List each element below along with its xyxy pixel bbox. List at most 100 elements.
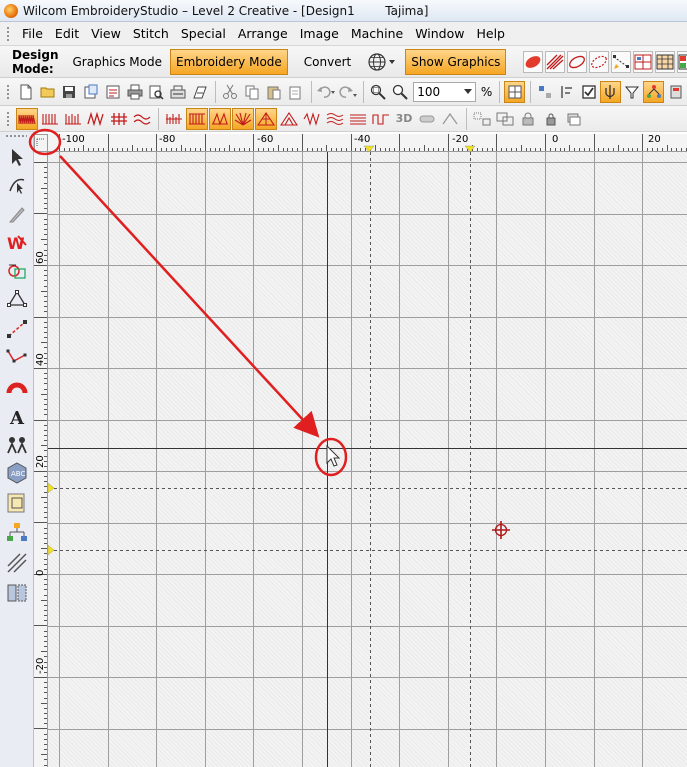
language-globe-dropdown[interactable] [367,49,397,75]
stitch-type-a-icon[interactable] [163,108,185,130]
color-film-icon[interactable] [665,81,686,103]
menu-arrange[interactable]: Arrange [232,23,294,45]
sequence-tree-icon[interactable] [4,520,30,546]
open-folder-icon[interactable] [37,81,58,103]
sequence-icon[interactable] [643,80,665,103]
team-names-icon[interactable] [4,432,30,458]
design-canvas[interactable] [48,152,687,767]
satin-object-icon[interactable] [523,50,544,73]
align-icon[interactable] [557,81,578,103]
arc-icon[interactable] [4,374,30,400]
tatami-icon[interactable] [39,108,61,130]
print-preview-icon[interactable] [146,81,167,103]
menu-window[interactable]: Window [409,23,470,45]
hatch-object-icon[interactable] [545,50,566,73]
hand-stitch-icon[interactable] [599,80,621,103]
toolbar-grip-icon[interactable] [6,83,10,100]
input-polyline-icon[interactable] [4,344,30,370]
save-as-icon[interactable] [81,81,102,103]
guide-marker-left-upper[interactable] [48,482,55,494]
graphics-mode-button[interactable]: Graphics Mode [67,49,169,75]
export-icon[interactable] [103,81,124,103]
stitch-type-b-icon[interactable] [186,107,208,130]
menu-stitch[interactable]: Stitch [127,23,175,45]
fill-icon[interactable] [62,108,84,130]
wave-icon[interactable] [131,108,153,130]
knife-icon[interactable] [4,202,30,228]
redo-icon[interactable] [337,81,358,103]
input-line-icon[interactable] [4,316,30,342]
menu-edit[interactable]: Edit [49,23,85,45]
reshape-object-icon[interactable] [4,172,30,198]
embroidery-mode-button[interactable]: Embroidery Mode [170,48,288,75]
guide-marker-left-lower[interactable] [48,544,55,556]
menu-help[interactable]: Help [470,23,511,45]
auto-digitize-icon[interactable]: W [4,230,30,256]
motif-fill-icon[interactable] [301,108,323,130]
group-icon[interactable] [494,108,516,130]
menu-view[interactable]: View [85,23,127,45]
split-object-icon[interactable] [4,580,30,606]
padlock-icon[interactable] [540,108,562,130]
funnel-icon[interactable] [622,81,643,103]
dashed-leaf-icon[interactable] [589,50,610,73]
cut-icon[interactable] [220,81,241,103]
send-to-machine-icon[interactable] [168,81,189,103]
save-icon[interactable] [59,81,80,103]
menu-special[interactable]: Special [175,23,232,45]
monogram-icon[interactable]: ABC [4,460,30,486]
paste-icon[interactable] [263,81,284,103]
appliqué-icon[interactable] [4,490,30,516]
satin-icon[interactable] [16,107,38,130]
zigzag-icon[interactable] [85,108,107,130]
zoom-level-select[interactable]: 100 [413,81,476,102]
wave-fill-icon[interactable] [324,108,346,130]
zoom-icon[interactable] [390,81,411,103]
toolbar-grip-icon[interactable] [6,25,10,42]
radial-fill-icon[interactable] [232,107,254,130]
print-icon[interactable] [124,81,145,103]
grid-view-icon[interactable] [633,50,654,73]
toolbar-grip-icon[interactable] [6,110,10,127]
cross-stitch-icon[interactable] [108,108,130,130]
star-fill-icon[interactable] [255,107,277,130]
ruler-origin-corner[interactable] [34,134,48,152]
paste-special-icon[interactable] [285,81,306,103]
layout-icon[interactable] [4,258,30,284]
layers-icon[interactable] [563,108,585,130]
menu-image[interactable]: Image [294,23,345,45]
connector-icon[interactable] [471,108,493,130]
stipple-fill-icon[interactable] [347,108,369,130]
palette-grid-icon[interactable] [677,50,687,73]
trim-icon[interactable] [416,108,438,130]
lock-icon[interactable] [517,108,539,130]
transform-icon[interactable] [535,81,556,103]
point-trace-icon[interactable] [611,50,632,73]
horizontal-ruler[interactable]: -100 -80 -60 -40 -20 0 20 [48,134,687,152]
show-graphics-button[interactable]: Show Graphics [405,48,507,75]
menu-file[interactable]: File [16,23,49,45]
copy-icon[interactable] [242,81,263,103]
select-object-icon[interactable] [4,144,30,170]
input-shape-icon[interactable] [4,286,30,312]
texture-fill-icon[interactable] [370,108,392,130]
convert-button[interactable]: Convert [298,49,357,75]
toolbox-grip-icon[interactable] [5,134,27,138]
zoom-box-icon[interactable] [368,81,389,103]
checkbox-icon[interactable] [578,81,599,103]
lettering-icon[interactable]: A [4,404,30,430]
machine-format-icon[interactable] [189,81,210,103]
design-origin-marker[interactable] [492,521,510,539]
menu-machine[interactable]: Machine [345,23,409,45]
hoop-grid-icon[interactable] [655,50,676,73]
new-file-icon[interactable] [16,81,37,103]
undo-icon[interactable] [316,81,337,103]
effect-3d-button[interactable]: 3D [393,108,415,130]
stitch-angle-icon[interactable] [4,550,30,576]
outline-leaf-icon[interactable] [567,50,588,73]
tie-off-icon[interactable] [439,108,461,130]
show-grid-icon[interactable] [504,80,525,103]
triangle-fill-icon[interactable] [278,108,300,130]
vertical-ruler[interactable]: 60 40 20 0 -20 [34,152,48,767]
stitch-type-c-icon[interactable] [209,107,231,130]
